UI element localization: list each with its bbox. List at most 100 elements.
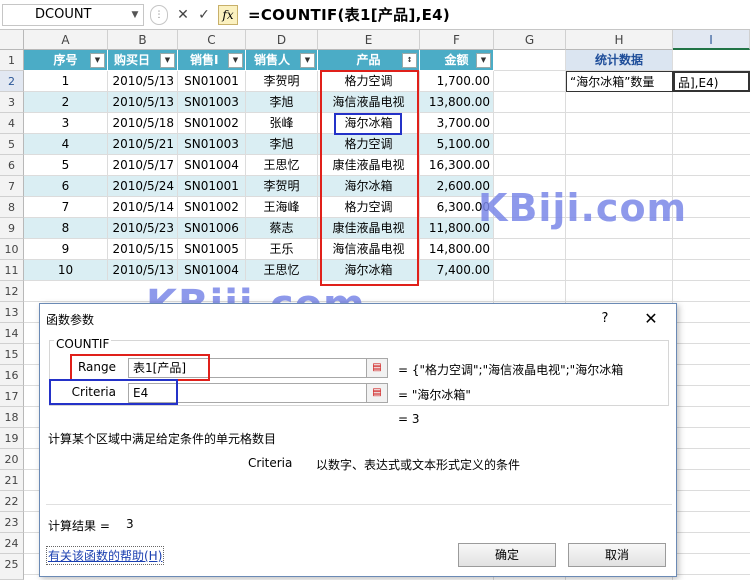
filter-sort-icon[interactable]: ↕ <box>402 53 417 68</box>
chevron-down-icon[interactable]: ▼ <box>128 5 142 25</box>
cell-amount[interactable]: 14,800.00 <box>420 239 494 260</box>
row-header-12[interactable]: 12 <box>0 281 24 302</box>
row-header-24[interactable]: 24 <box>0 533 24 554</box>
column-header-g[interactable]: G <box>494 30 566 50</box>
stats-header-cell[interactable]: 统计数据 <box>566 50 673 71</box>
cell-sales-id[interactable]: SN01001 <box>178 176 246 197</box>
row-header-7[interactable]: 7 <box>0 176 24 197</box>
close-icon[interactable]: ✕ <box>638 308 664 330</box>
cell-salesperson[interactable]: 张峰 <box>246 113 318 134</box>
cell-seq[interactable]: 3 <box>24 113 108 134</box>
cell-seq[interactable]: 8 <box>24 218 108 239</box>
expand-handle-icon[interactable]: ⋮ <box>150 5 168 25</box>
row-header-13[interactable]: 13 <box>0 302 24 323</box>
row-header-15[interactable]: 15 <box>0 344 24 365</box>
row-header-10[interactable]: 10 <box>0 239 24 260</box>
cell-sales-id[interactable]: SN01004 <box>178 260 246 281</box>
enter-formula-icon[interactable]: ✓ <box>195 5 213 25</box>
row-header-20[interactable]: 20 <box>0 449 24 470</box>
cell-salesperson[interactable]: 李贺明 <box>246 176 318 197</box>
cell-salesperson[interactable]: 李旭 <box>246 92 318 113</box>
criteria-collapse-icon[interactable]: ▤ <box>366 383 388 403</box>
row-header-4[interactable]: 4 <box>0 113 24 134</box>
cell-seq[interactable]: 1 <box>24 71 108 92</box>
cell-date[interactable]: 2010/5/13 <box>108 71 178 92</box>
row-header-19[interactable]: 19 <box>0 428 24 449</box>
cell-sales-id[interactable]: SN01006 <box>178 218 246 239</box>
select-all-corner[interactable] <box>0 30 24 50</box>
filter-dropdown-icon[interactable]: ▼ <box>300 53 315 68</box>
row-header-11[interactable]: 11 <box>0 260 24 281</box>
column-header-d[interactable]: D <box>246 30 318 50</box>
cell-amount[interactable]: 7,400.00 <box>420 260 494 281</box>
column-header-i[interactable]: I <box>673 30 750 50</box>
cell-seq[interactable]: 10 <box>24 260 108 281</box>
cell-sales-id[interactable]: SN01002 <box>178 113 246 134</box>
cell-salesperson[interactable]: 蔡志 <box>246 218 318 239</box>
row-header-25[interactable]: 25 <box>0 554 24 580</box>
ok-button[interactable]: 确定 <box>458 543 556 567</box>
table-header-cell[interactable]: 销售人 ▼ <box>246 50 318 71</box>
cell-seq[interactable]: 7 <box>24 197 108 218</box>
column-header-h[interactable]: H <box>566 30 673 50</box>
stats-label-cell[interactable]: “海尔冰箱”数量 <box>566 71 673 92</box>
cell-date[interactable]: 2010/5/23 <box>108 218 178 239</box>
column-header-e[interactable]: E <box>318 30 420 50</box>
cell-amount[interactable]: 3,700.00 <box>420 113 494 134</box>
cell-salesperson[interactable]: 王思忆 <box>246 260 318 281</box>
range-collapse-icon[interactable]: ▤ <box>366 358 388 378</box>
cell-amount[interactable]: 5,100.00 <box>420 134 494 155</box>
name-box[interactable]: DCOUNT <box>2 4 144 26</box>
formula-input[interactable]: =COUNTIF(表1[产品],E4) <box>248 4 748 26</box>
table-header-cell[interactable]: 序号 ▼ <box>24 50 108 71</box>
column-header-a[interactable]: A <box>24 30 108 50</box>
column-header-b[interactable]: B <box>108 30 178 50</box>
cell-seq[interactable]: 4 <box>24 134 108 155</box>
table-header-cell[interactable]: 购买日 ▼ <box>108 50 178 71</box>
cell-sales-id[interactable]: SN01005 <box>178 239 246 260</box>
cell-date[interactable]: 2010/5/17 <box>108 155 178 176</box>
cell-salesperson[interactable]: 王思忆 <box>246 155 318 176</box>
row-header-9[interactable]: 9 <box>0 218 24 239</box>
cell-seq[interactable]: 2 <box>24 92 108 113</box>
row-header-16[interactable]: 16 <box>0 365 24 386</box>
row-header-8[interactable]: 8 <box>0 197 24 218</box>
filter-dropdown-icon[interactable]: ▼ <box>90 53 105 68</box>
cell-seq[interactable]: 5 <box>24 155 108 176</box>
cell-date[interactable]: 2010/5/13 <box>108 92 178 113</box>
cell-date[interactable]: 2010/5/21 <box>108 134 178 155</box>
cell-sales-id[interactable]: SN01002 <box>178 197 246 218</box>
filter-dropdown-icon[interactable]: ▼ <box>160 53 175 68</box>
column-header-f[interactable]: F <box>420 30 494 50</box>
row-header-5[interactable]: 5 <box>0 134 24 155</box>
cell-date[interactable]: 2010/5/13 <box>108 260 178 281</box>
cell-seq[interactable]: 9 <box>24 239 108 260</box>
cell-salesperson[interactable]: 王海峰 <box>246 197 318 218</box>
cell-sales-id[interactable]: SN01004 <box>178 155 246 176</box>
row-header-22[interactable]: 22 <box>0 491 24 512</box>
cell-sales-id[interactable]: SN01001 <box>178 71 246 92</box>
cell-sales-id[interactable]: SN01003 <box>178 92 246 113</box>
row-header-6[interactable]: 6 <box>0 155 24 176</box>
row-header-17[interactable]: 17 <box>0 386 24 407</box>
filter-dropdown-icon[interactable]: ▼ <box>228 53 243 68</box>
cell-salesperson[interactable]: 王乐 <box>246 239 318 260</box>
table-header-cell[interactable]: 金额 ▼ <box>420 50 494 71</box>
row-header-1[interactable]: 1 <box>0 50 24 71</box>
table-header-cell[interactable]: 产品 ↕ <box>318 50 420 71</box>
cell-seq[interactable]: 6 <box>24 176 108 197</box>
row-header-2[interactable]: 2 <box>0 71 24 92</box>
cell-date[interactable]: 2010/5/18 <box>108 113 178 134</box>
row-header-18[interactable]: 18 <box>0 407 24 428</box>
cell-amount[interactable]: 1,700.00 <box>420 71 494 92</box>
cell-salesperson[interactable]: 李贺明 <box>246 71 318 92</box>
row-header-23[interactable]: 23 <box>0 512 24 533</box>
active-cell-editor[interactable]: 品],E4) <box>673 71 750 92</box>
function-help-link[interactable]: 有关该函数的帮助(H) <box>46 546 165 565</box>
cell-salesperson[interactable]: 李旭 <box>246 134 318 155</box>
row-header-21[interactable]: 21 <box>0 470 24 491</box>
filter-dropdown-icon[interactable]: ▼ <box>476 53 491 68</box>
cancel-formula-icon[interactable]: ✕ <box>174 5 192 25</box>
column-header-c[interactable]: C <box>178 30 246 50</box>
cell-date[interactable]: 2010/5/15 <box>108 239 178 260</box>
